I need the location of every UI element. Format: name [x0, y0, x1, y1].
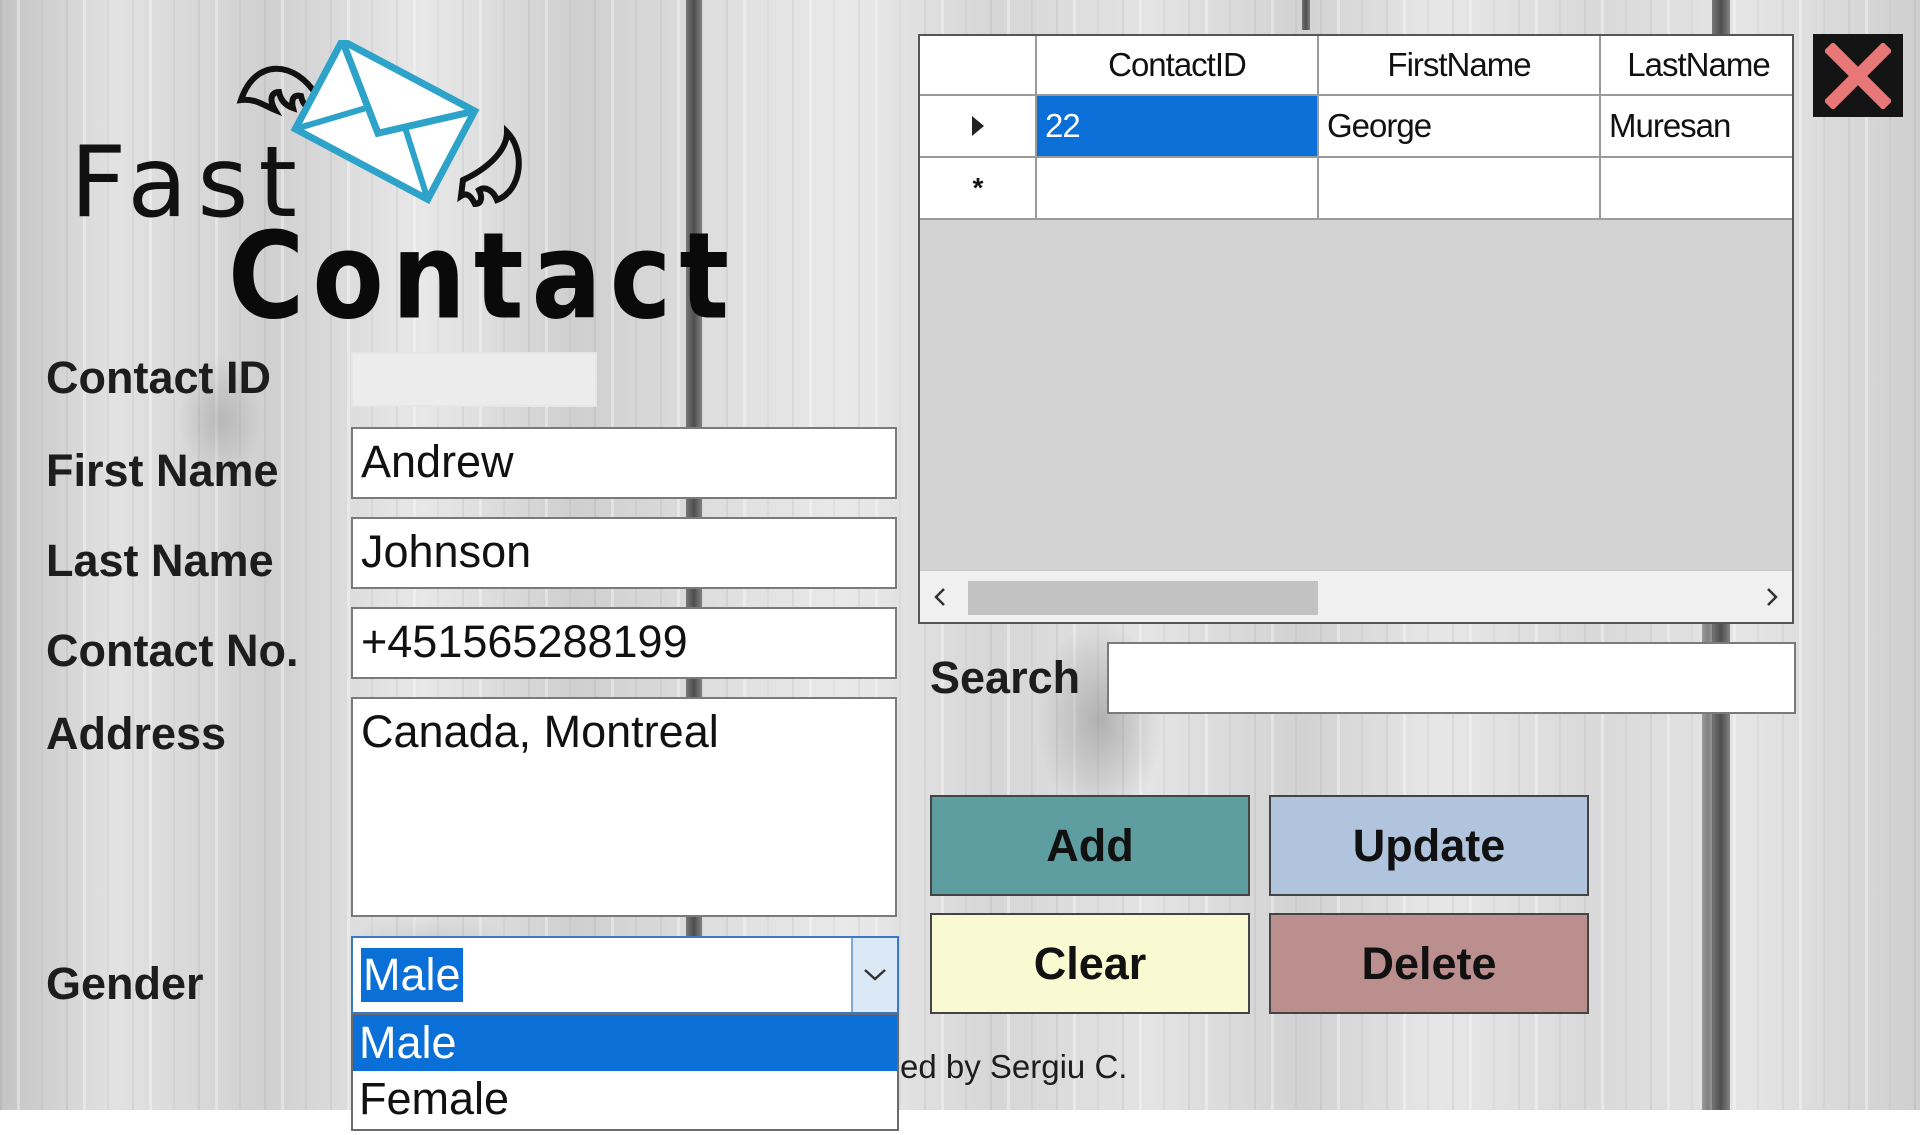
gender-option-male[interactable]: Male	[353, 1015, 897, 1071]
grid-header-row: ContactID FirstName LastName	[920, 36, 1792, 96]
scroll-right-button[interactable]	[1752, 571, 1792, 622]
close-icon	[1825, 42, 1891, 109]
add-button[interactable]: Add	[930, 795, 1250, 896]
address-label: Address	[46, 708, 227, 759]
gender-option-female[interactable]: Female	[353, 1071, 897, 1127]
plank-divider	[1302, 0, 1310, 30]
new-cell-last-name[interactable]	[1601, 158, 1792, 220]
first-name-label: First Name	[46, 445, 279, 496]
delete-button[interactable]: Delete	[1269, 913, 1589, 1014]
grid-header-first-name[interactable]: FirstName	[1319, 36, 1601, 96]
new-cell-first-name[interactable]	[1319, 158, 1601, 220]
table-row[interactable]: 22 George Muresan	[920, 96, 1792, 158]
last-name-label: Last Name	[46, 535, 274, 586]
gender-dropdown-list: Male Female	[351, 1013, 899, 1131]
new-cell-contact-id[interactable]	[1037, 158, 1319, 220]
gender-selected-value: Male	[361, 948, 463, 1002]
grid-header-contact-id[interactable]: ContactID	[1037, 36, 1319, 96]
row-pointer-icon	[971, 116, 984, 136]
last-name-field[interactable]: Johnson	[351, 517, 897, 589]
close-button[interactable]	[1813, 34, 1903, 117]
row-header-cell[interactable]	[920, 96, 1037, 158]
contacts-grid[interactable]: ContactID FirstName LastName 22 George M…	[918, 34, 1794, 624]
gender-label: Gender	[46, 958, 204, 1009]
chevron-down-icon	[864, 969, 886, 981]
scroll-thumb[interactable]	[968, 581, 1318, 615]
gender-dropdown-button[interactable]	[851, 938, 897, 1012]
cell-contact-id[interactable]: 22	[1037, 96, 1319, 158]
contact-id-field[interactable]	[351, 352, 597, 407]
scroll-left-button[interactable]	[920, 571, 960, 622]
first-name-field[interactable]: Andrew	[351, 427, 897, 499]
clear-button[interactable]: Clear	[930, 913, 1250, 1014]
grid-horizontal-scrollbar[interactable]	[920, 570, 1792, 622]
cell-last-name[interactable]: Muresan	[1601, 96, 1792, 158]
new-row[interactable]: *	[920, 158, 1792, 220]
chevron-left-icon	[934, 588, 945, 606]
contact-no-field[interactable]: +451565288199	[351, 607, 897, 679]
new-row-icon: *	[920, 158, 1037, 220]
app-logo: Fast Contact	[60, 40, 729, 346]
search-input[interactable]	[1107, 642, 1796, 714]
chevron-right-icon	[1767, 588, 1778, 606]
grid-header-last-name[interactable]: LastName	[1601, 36, 1792, 96]
contact-id-label: Contact ID	[46, 352, 271, 403]
credit-text: ed by Sergiu C.	[900, 1048, 1128, 1085]
search-label: Search	[930, 652, 1081, 703]
cell-first-name[interactable]: George	[1319, 96, 1601, 158]
logo-text-contact: Contact	[228, 206, 738, 347]
window-bottom-edge	[0, 1110, 1920, 1135]
update-button[interactable]: Update	[1269, 795, 1589, 896]
grid-corner-cell[interactable]	[920, 36, 1037, 96]
gender-combobox[interactable]: Male	[351, 936, 899, 1014]
contact-no-label: Contact No.	[46, 625, 299, 676]
address-field[interactable]: Canada, Montreal	[351, 697, 897, 917]
